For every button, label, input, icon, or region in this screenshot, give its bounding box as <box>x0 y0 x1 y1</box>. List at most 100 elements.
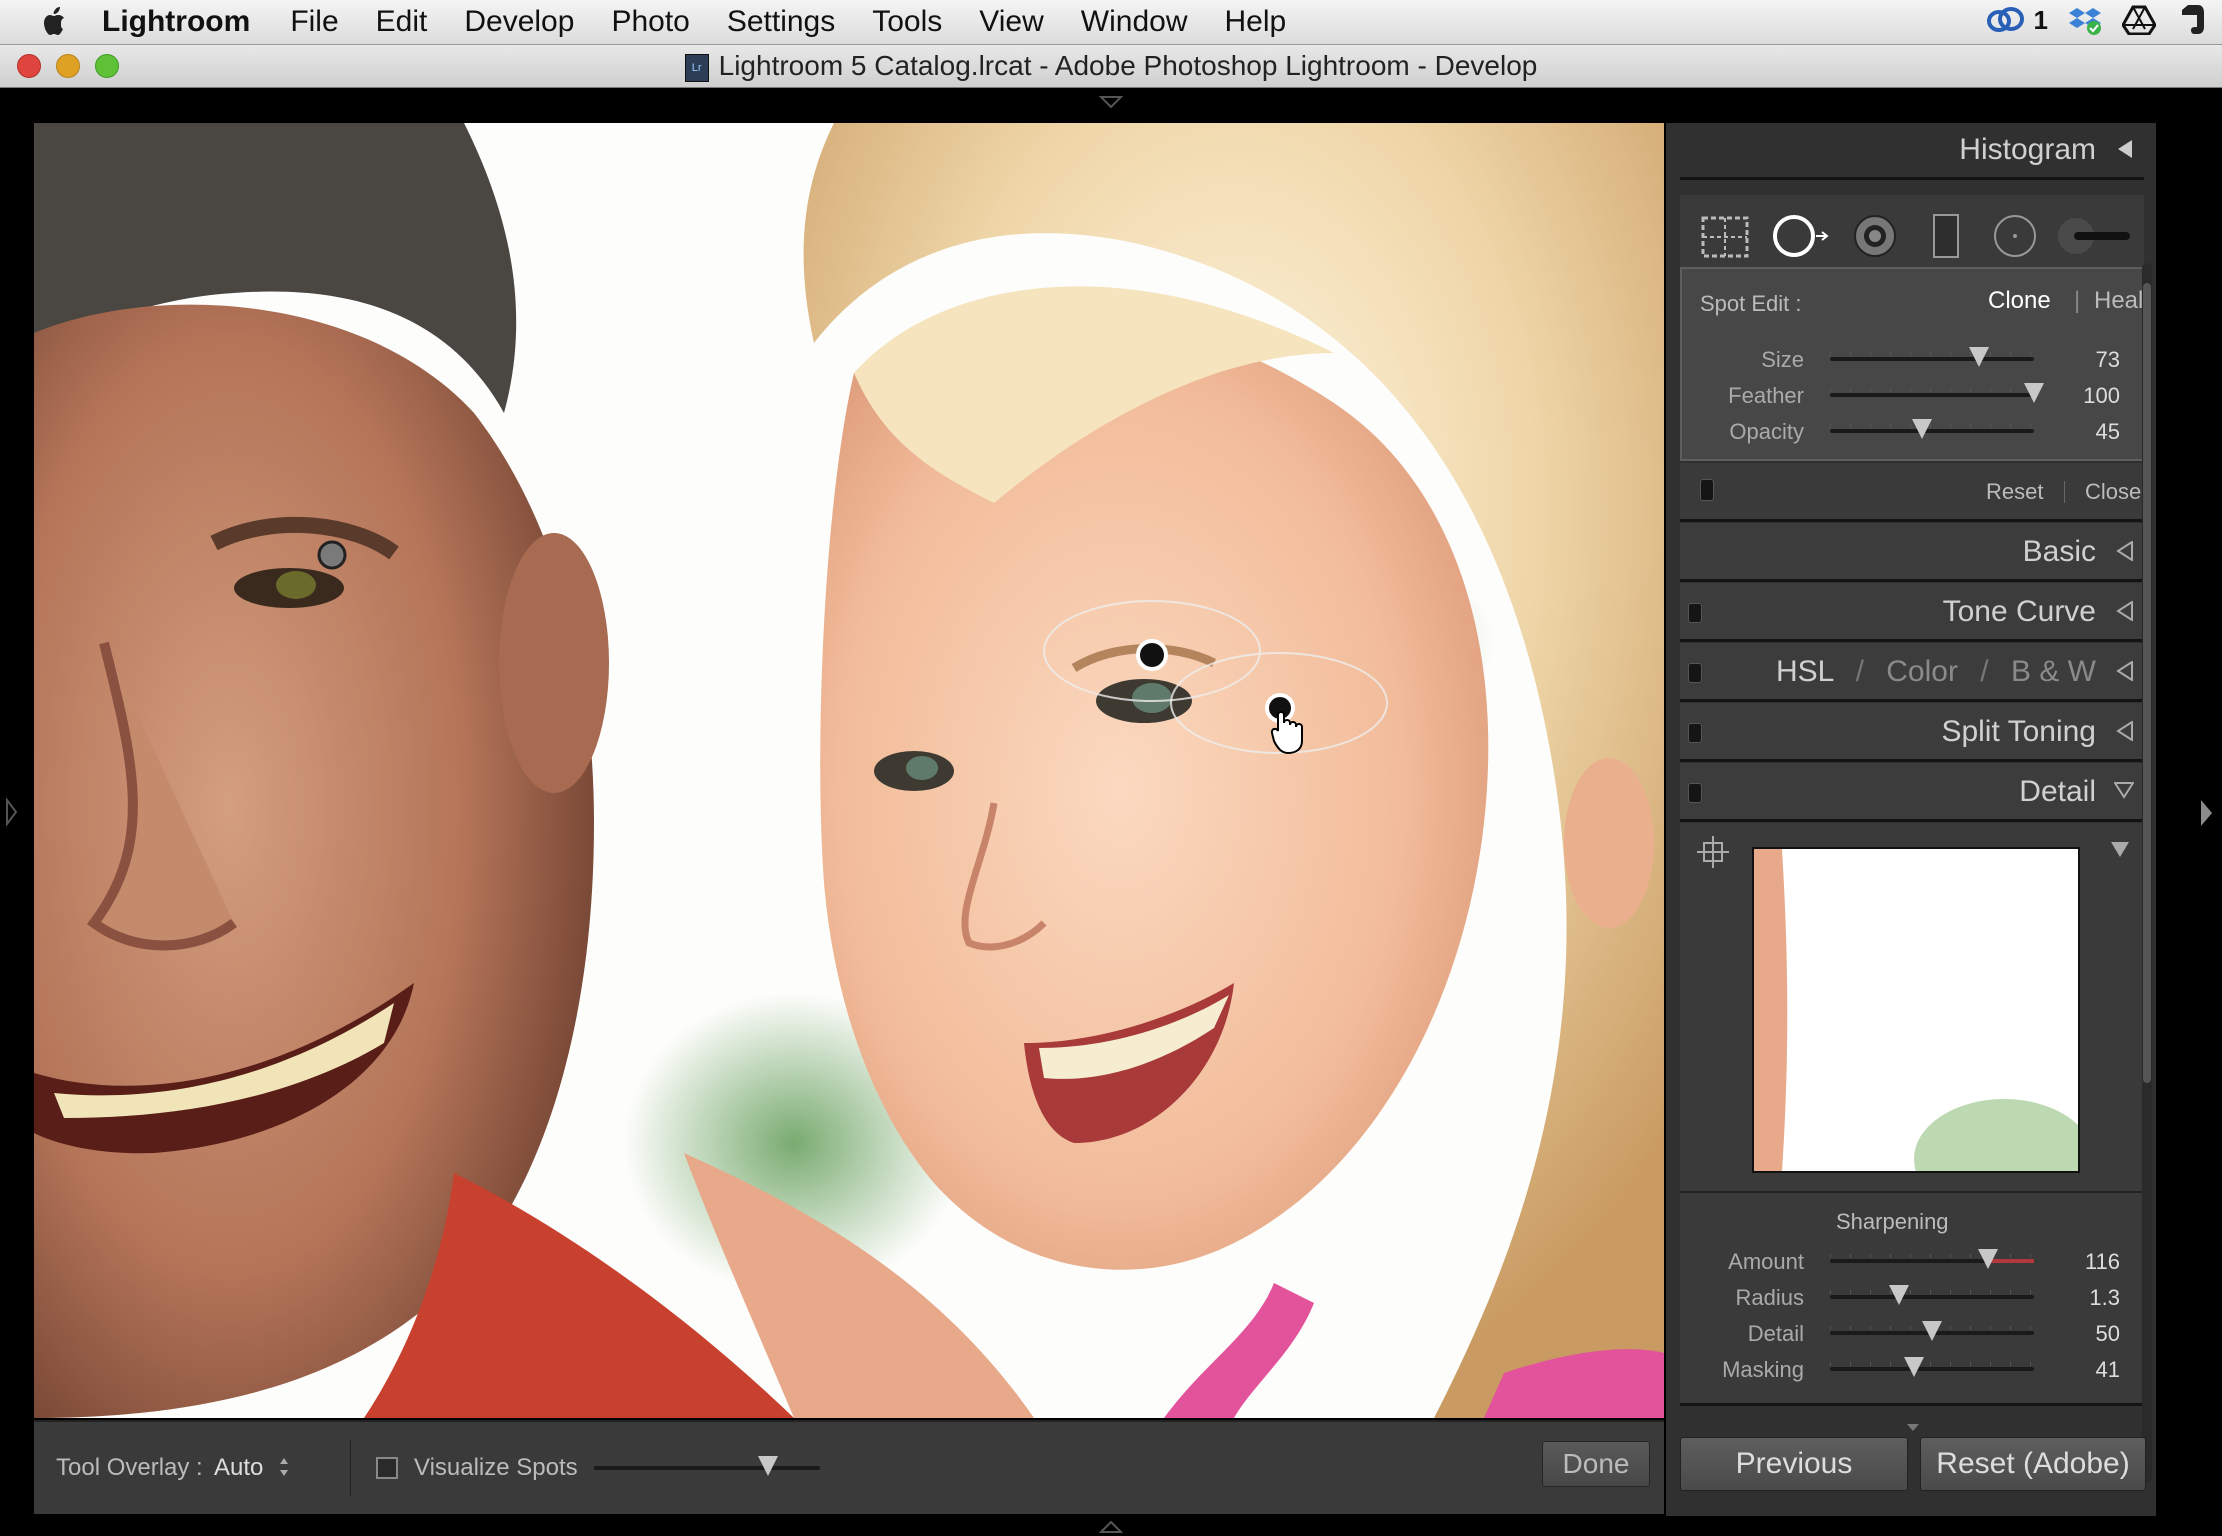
slider-thumb[interactable] <box>1922 1321 1942 1341</box>
slider-thumb[interactable] <box>1968 347 1989 367</box>
split-toning-header[interactable]: Split Toning <box>1680 703 2144 762</box>
slider-value[interactable]: 100 <box>2083 383 2120 409</box>
slider-track[interactable] <box>1830 347 2034 367</box>
reset-adobe-button[interactable]: Reset (Adobe) <box>1920 1437 2146 1491</box>
radial-filter-icon[interactable] <box>1990 211 2040 261</box>
slider-thumb[interactable] <box>1903 1357 1924 1377</box>
visualize-spots-checkbox[interactable] <box>376 1457 398 1479</box>
slider-value[interactable]: 73 <box>2096 347 2120 373</box>
clone-mode-button[interactable]: Clone <box>1988 287 2051 315</box>
photo-image <box>34 123 1664 1418</box>
slider-tick <box>1970 1290 1971 1294</box>
updown-chevron-icon[interactable] <box>278 1456 290 1478</box>
slider-track[interactable] <box>1830 1357 2034 1377</box>
slider-track[interactable] <box>1830 419 2034 439</box>
done-button[interactable]: Done <box>1542 1441 1650 1487</box>
slider-label: Amount <box>1728 1249 1804 1274</box>
visualize-spots-thumb[interactable] <box>758 1456 779 1476</box>
collapse-left-icon[interactable] <box>2116 541 2134 561</box>
menu-settings[interactable]: Settings <box>727 5 835 39</box>
red-eye-icon[interactable] <box>1850 211 1900 261</box>
slider-track[interactable] <box>1830 383 2044 403</box>
previous-button[interactable]: Previous <box>1680 1437 1908 1491</box>
target-crosshair-icon[interactable] <box>1696 835 1730 869</box>
tab-hsl[interactable]: HSL <box>1776 655 1833 688</box>
spot-removal-icon[interactable] <box>1770 211 1834 261</box>
slider-value[interactable]: 116 <box>2085 1249 2120 1275</box>
panel-scrollbar-thumb[interactable] <box>2143 283 2151 1083</box>
slider-thumb[interactable] <box>1889 1285 1910 1305</box>
detail-slider-radius[interactable]: Radius 1.3 <box>1680 1279 2144 1315</box>
detail-preview-image[interactable] <box>1752 847 2080 1173</box>
slider-tick <box>1870 1254 1871 1258</box>
right-panel-toggle-icon[interactable] <box>2198 798 2214 828</box>
evernote-icon[interactable] <box>2176 4 2206 36</box>
tool-overlay-select[interactable]: Auto <box>214 1454 263 1482</box>
spot-edit-switch[interactable] <box>1700 479 1714 501</box>
detail-slider-detail[interactable]: Detail 50 <box>1680 1315 2144 1351</box>
detail-slider-masking[interactable]: Masking 41 <box>1680 1351 2144 1387</box>
split-toning-switch[interactable] <box>1688 723 1702 743</box>
detail-switch[interactable] <box>1688 783 1702 803</box>
slider-track[interactable] <box>1830 1285 2034 1305</box>
slider-tick <box>1850 1326 1851 1330</box>
hsl-header[interactable]: HSL / Color / B & W <box>1680 643 2144 702</box>
dropbox-icon[interactable] <box>2068 4 2102 36</box>
heal-mode-button[interactable]: Heal <box>2094 287 2143 315</box>
tab-color[interactable]: Color <box>1886 655 1958 688</box>
google-drive-icon[interactable] <box>2122 5 2156 35</box>
slider-tick <box>1850 1254 1851 1258</box>
menu-photo[interactable]: Photo <box>611 5 689 39</box>
spot-slider-feather[interactable]: Feather 100 <box>1680 377 2144 413</box>
histogram-header[interactable]: Histogram <box>1680 123 2144 180</box>
basic-header[interactable]: Basic <box>1680 523 2144 582</box>
menu-view[interactable]: View <box>979 5 1043 39</box>
slider-value[interactable]: 45 <box>2096 419 2120 445</box>
slider-value[interactable]: 1.3 <box>2089 1285 2120 1311</box>
collapse-left-icon[interactable] <box>2116 721 2134 741</box>
visualize-spots-slider[interactable] <box>594 1456 820 1476</box>
detail-header[interactable]: Detail <box>1680 763 2144 822</box>
slider-tick <box>1930 352 1931 356</box>
menu-file[interactable]: File <box>290 5 338 39</box>
preview-menu-icon[interactable] <box>2110 841 2130 859</box>
graduated-filter-icon[interactable] <box>1926 211 1966 261</box>
collapse-left-icon[interactable] <box>2116 139 2134 159</box>
slider-tick <box>1910 1254 1911 1258</box>
spot-slider-size[interactable]: Size 73 <box>1680 341 2144 377</box>
panel-scrollbar[interactable] <box>2142 263 2152 1483</box>
slider-track[interactable] <box>1830 1249 2034 1269</box>
tab-bw[interactable]: B & W <box>2011 655 2096 688</box>
slider-thumb[interactable] <box>2024 383 2044 403</box>
tone-curve-header[interactable]: Tone Curve <box>1680 583 2144 642</box>
collapse-left-icon[interactable] <box>2116 601 2134 621</box>
slider-tick <box>1930 388 1931 392</box>
slider-thumb[interactable] <box>1911 419 1932 439</box>
top-panel-toggle-icon[interactable] <box>1099 95 1123 109</box>
slider-track[interactable] <box>1830 1321 2034 1341</box>
tone-curve-switch[interactable] <box>1688 603 1702 623</box>
hsl-switch[interactable] <box>1688 663 1702 683</box>
expand-down-icon[interactable] <box>2114 781 2134 799</box>
menu-help[interactable]: Help <box>1224 5 1286 39</box>
spot-slider-opacity[interactable]: Opacity 45 <box>1680 413 2144 449</box>
menu-edit[interactable]: Edit <box>376 5 428 39</box>
creative-cloud-icon[interactable] <box>1986 5 2026 35</box>
crop-overlay-icon[interactable] <box>1700 215 1750 259</box>
apple-icon[interactable] <box>38 5 72 39</box>
left-panel-toggle-icon[interactable] <box>4 798 18 826</box>
menu-tools[interactable]: Tools <box>872 5 942 39</box>
slider-value[interactable]: 50 <box>2096 1321 2120 1347</box>
photo-canvas[interactable] <box>34 123 1664 1418</box>
slider-value[interactable]: 41 <box>2096 1357 2120 1383</box>
collapse-left-icon[interactable] <box>2116 661 2134 681</box>
close-button[interactable]: Close <box>2085 479 2141 505</box>
adjustment-brush-icon[interactable] <box>2056 211 2136 261</box>
reset-button[interactable]: Reset <box>1986 479 2043 505</box>
menu-window[interactable]: Window <box>1081 5 1188 39</box>
bottom-panel-toggle-icon[interactable] <box>1099 1520 1123 1534</box>
detail-slider-amount[interactable]: Amount 116 <box>1680 1243 2144 1279</box>
slider-thumb[interactable] <box>1978 1249 1999 1269</box>
app-menu[interactable]: Lightroom <box>102 5 250 39</box>
menu-develop[interactable]: Develop <box>464 5 574 39</box>
